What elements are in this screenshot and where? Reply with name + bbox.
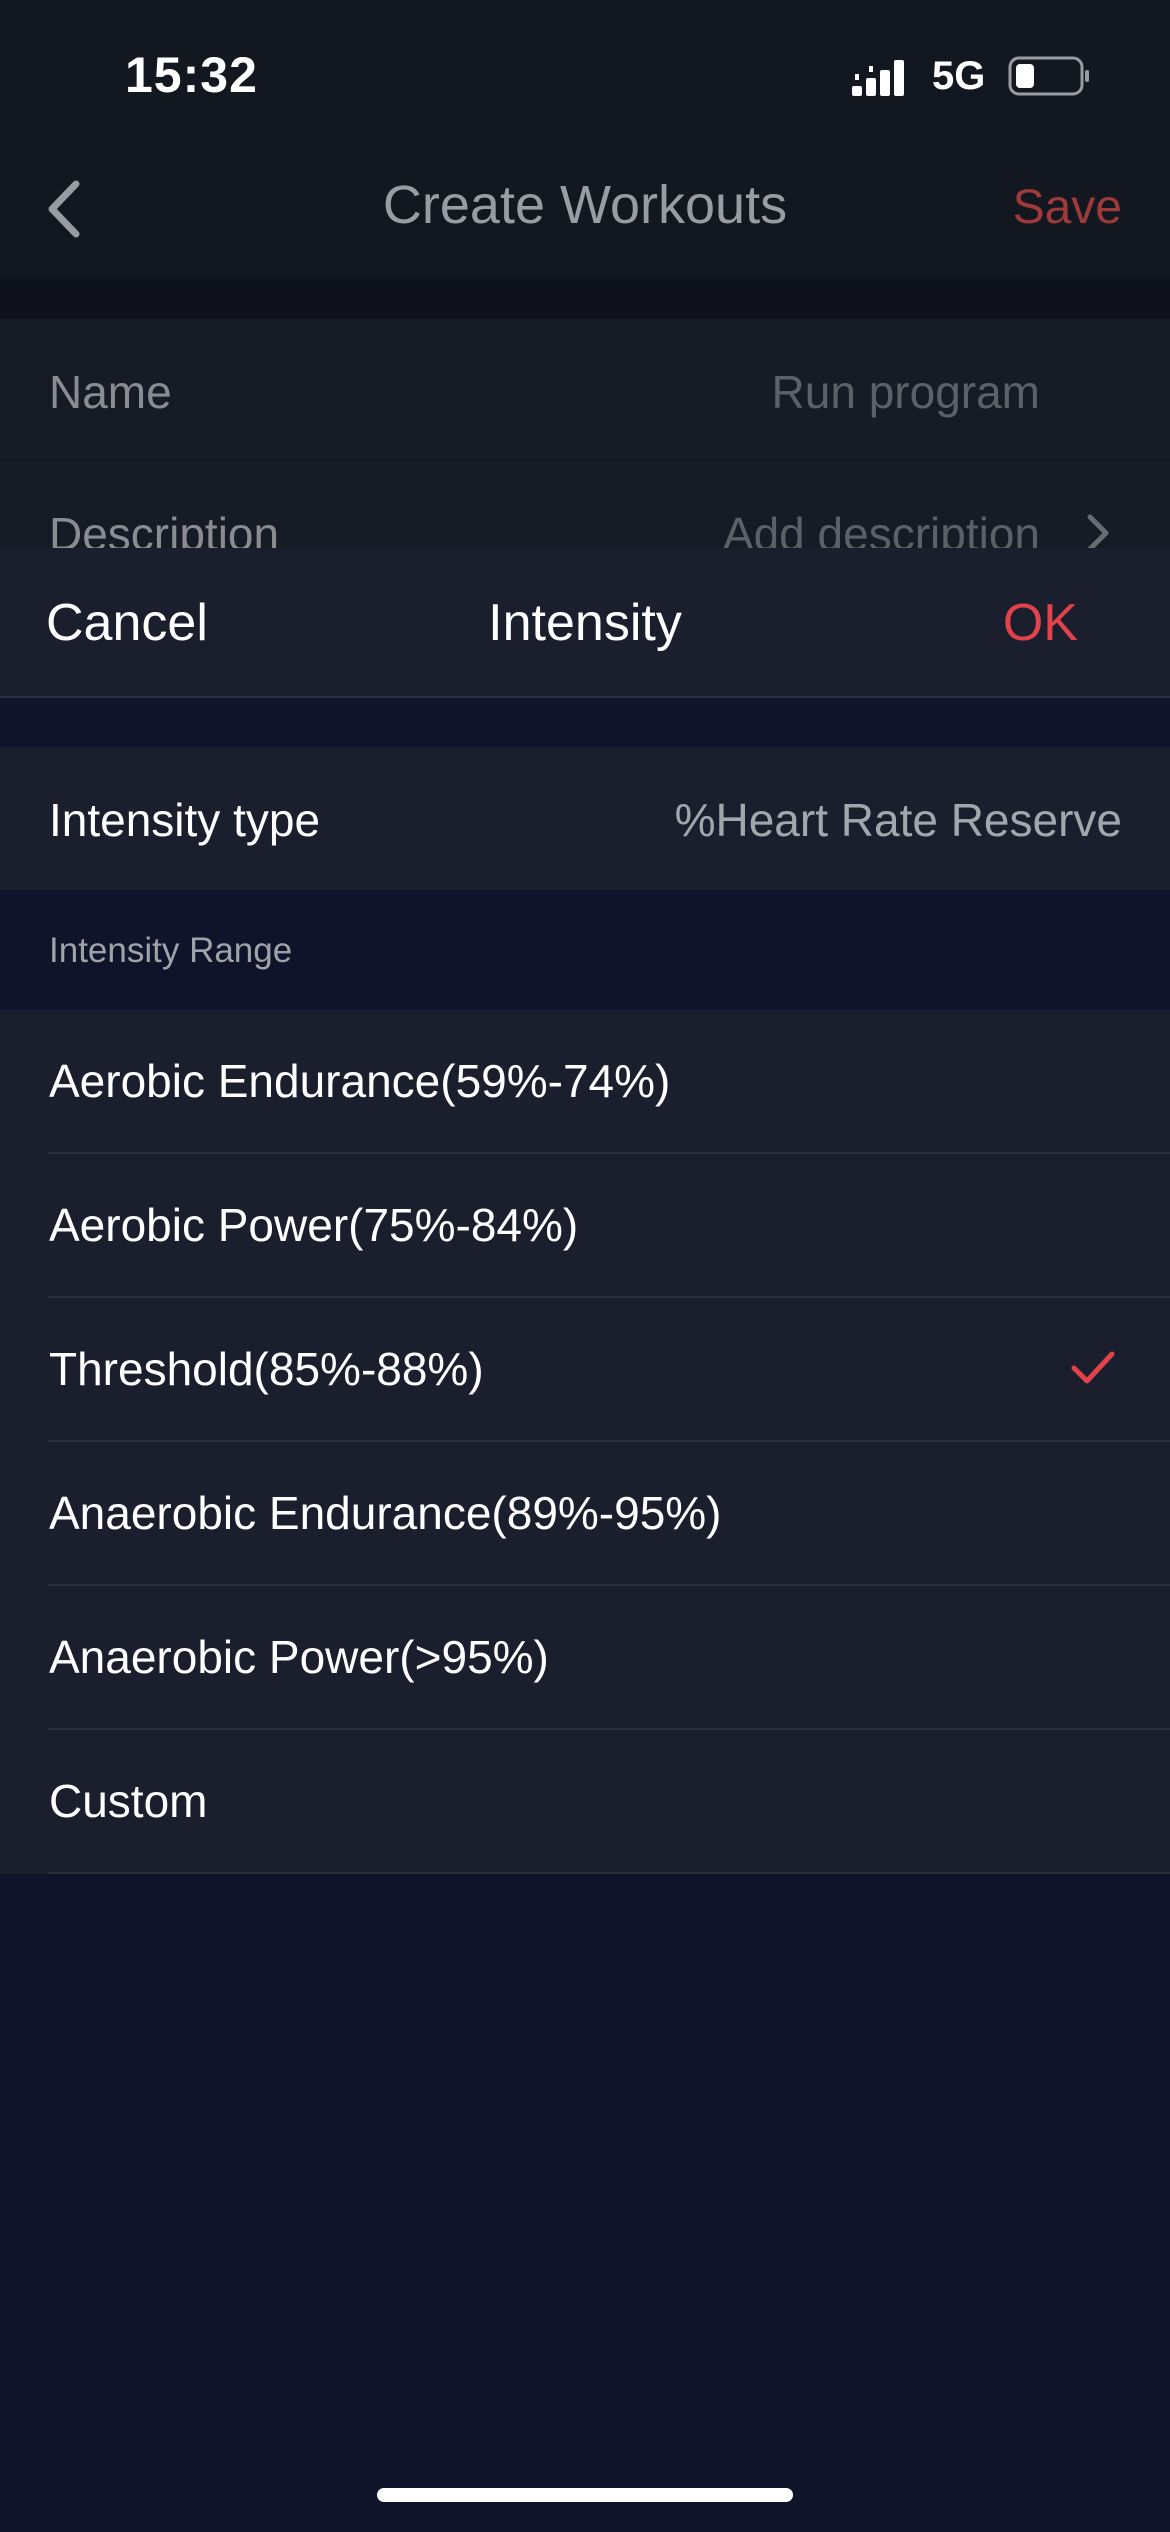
intensity-type-label: Intensity type: [49, 794, 321, 846]
option-custom[interactable]: Custom: [48, 1730, 1170, 1874]
option-label: Anaerobic Endurance(89%-95%): [49, 1487, 722, 1539]
status-bar: 15:32 5G: [0, 0, 1170, 150]
intensity-sheet: Cancel Intensity OK Intensity type %Hear…: [0, 548, 1170, 2532]
battery-icon: [1008, 56, 1089, 96]
option-label: Aerobic Endurance(59%-74%): [49, 1055, 671, 1107]
name-label: Name: [49, 366, 172, 418]
network-label: 5G: [932, 54, 986, 98]
home-indicator[interactable]: [377, 2488, 793, 2502]
checkmark-icon: [1071, 1351, 1115, 1384]
option-label: Anaerobic Power(>95%): [49, 1631, 549, 1683]
signal-icon: [852, 60, 904, 96]
option-label: Custom: [49, 1775, 208, 1827]
sheet-header: Cancel Intensity OK: [0, 548, 1170, 698]
option-threshold[interactable]: Threshold(85%-88%): [48, 1298, 1170, 1442]
name-row[interactable]: Name Run program: [0, 319, 1170, 459]
option-aerobic-power[interactable]: Aerobic Power(75%-84%): [48, 1154, 1170, 1298]
option-aerobic-endurance[interactable]: Aerobic Endurance(59%-74%): [48, 1010, 1170, 1154]
option-label: Threshold(85%-88%): [49, 1343, 484, 1395]
intensity-type-value: %Heart Rate Reserve: [674, 794, 1122, 846]
intensity-type-row[interactable]: Intensity type %Heart Rate Reserve: [0, 747, 1170, 890]
option-label: Aerobic Power(75%-84%): [49, 1199, 579, 1251]
option-anaerobic-power[interactable]: Anaerobic Power(>95%): [48, 1586, 1170, 1730]
status-time: 15:32: [125, 47, 258, 103]
ok-button[interactable]: OK: [1003, 593, 1078, 653]
sheet-title: Intensity: [488, 594, 682, 652]
background-page: 15:32 5G Create Workouts Save Name Run p…: [0, 0, 1170, 601]
option-anaerobic-endurance[interactable]: Anaerobic Endurance(89%-95%): [48, 1442, 1170, 1586]
page-title: Create Workouts: [382, 175, 788, 235]
section-divider: [0, 275, 1170, 319]
name-value: Run program: [771, 366, 1040, 418]
intensity-range-header: Intensity Range: [49, 931, 293, 970]
navigation-bar: Create Workouts Save: [0, 150, 1170, 270]
intensity-range-list: Aerobic Endurance(59%-74%) Aerobic Power…: [0, 1010, 1170, 1874]
save-button[interactable]: Save: [1013, 180, 1122, 235]
